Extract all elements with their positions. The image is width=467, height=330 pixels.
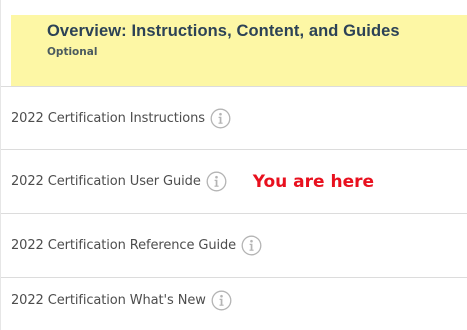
info-icon[interactable] [206, 171, 227, 192]
info-icon[interactable] [211, 290, 232, 311]
list-item-label: 2022 Certification Reference Guide [11, 238, 237, 253]
list-item-whats-new[interactable]: 2022 Certification What's New [1, 277, 467, 330]
info-icon[interactable] [210, 108, 231, 129]
you-are-here-annotation: You are here [252, 171, 375, 192]
list-item-label: 2022 Certification User Guide [11, 174, 201, 189]
list-item-user-guide[interactable]: 2022 Certification User Guide You are he… [1, 149, 467, 213]
guides-panel: Overview: Instructions, Content, and Gui… [0, 0, 467, 330]
section-title: Overview: Instructions, Content, and Gui… [47, 22, 400, 40]
list-item-label: 2022 Certification What's New [11, 292, 206, 308]
list-item-reference-guide[interactable]: 2022 Certification Reference Guide [1, 213, 467, 277]
info-icon[interactable] [241, 235, 262, 256]
list-item-instructions[interactable]: 2022 Certification Instructions [1, 86, 467, 149]
section-optional-label: Optional [47, 46, 98, 58]
list-item-label: 2022 Certification Instructions [11, 110, 205, 126]
section-header: Overview: Instructions, Content, and Gui… [11, 15, 467, 86]
